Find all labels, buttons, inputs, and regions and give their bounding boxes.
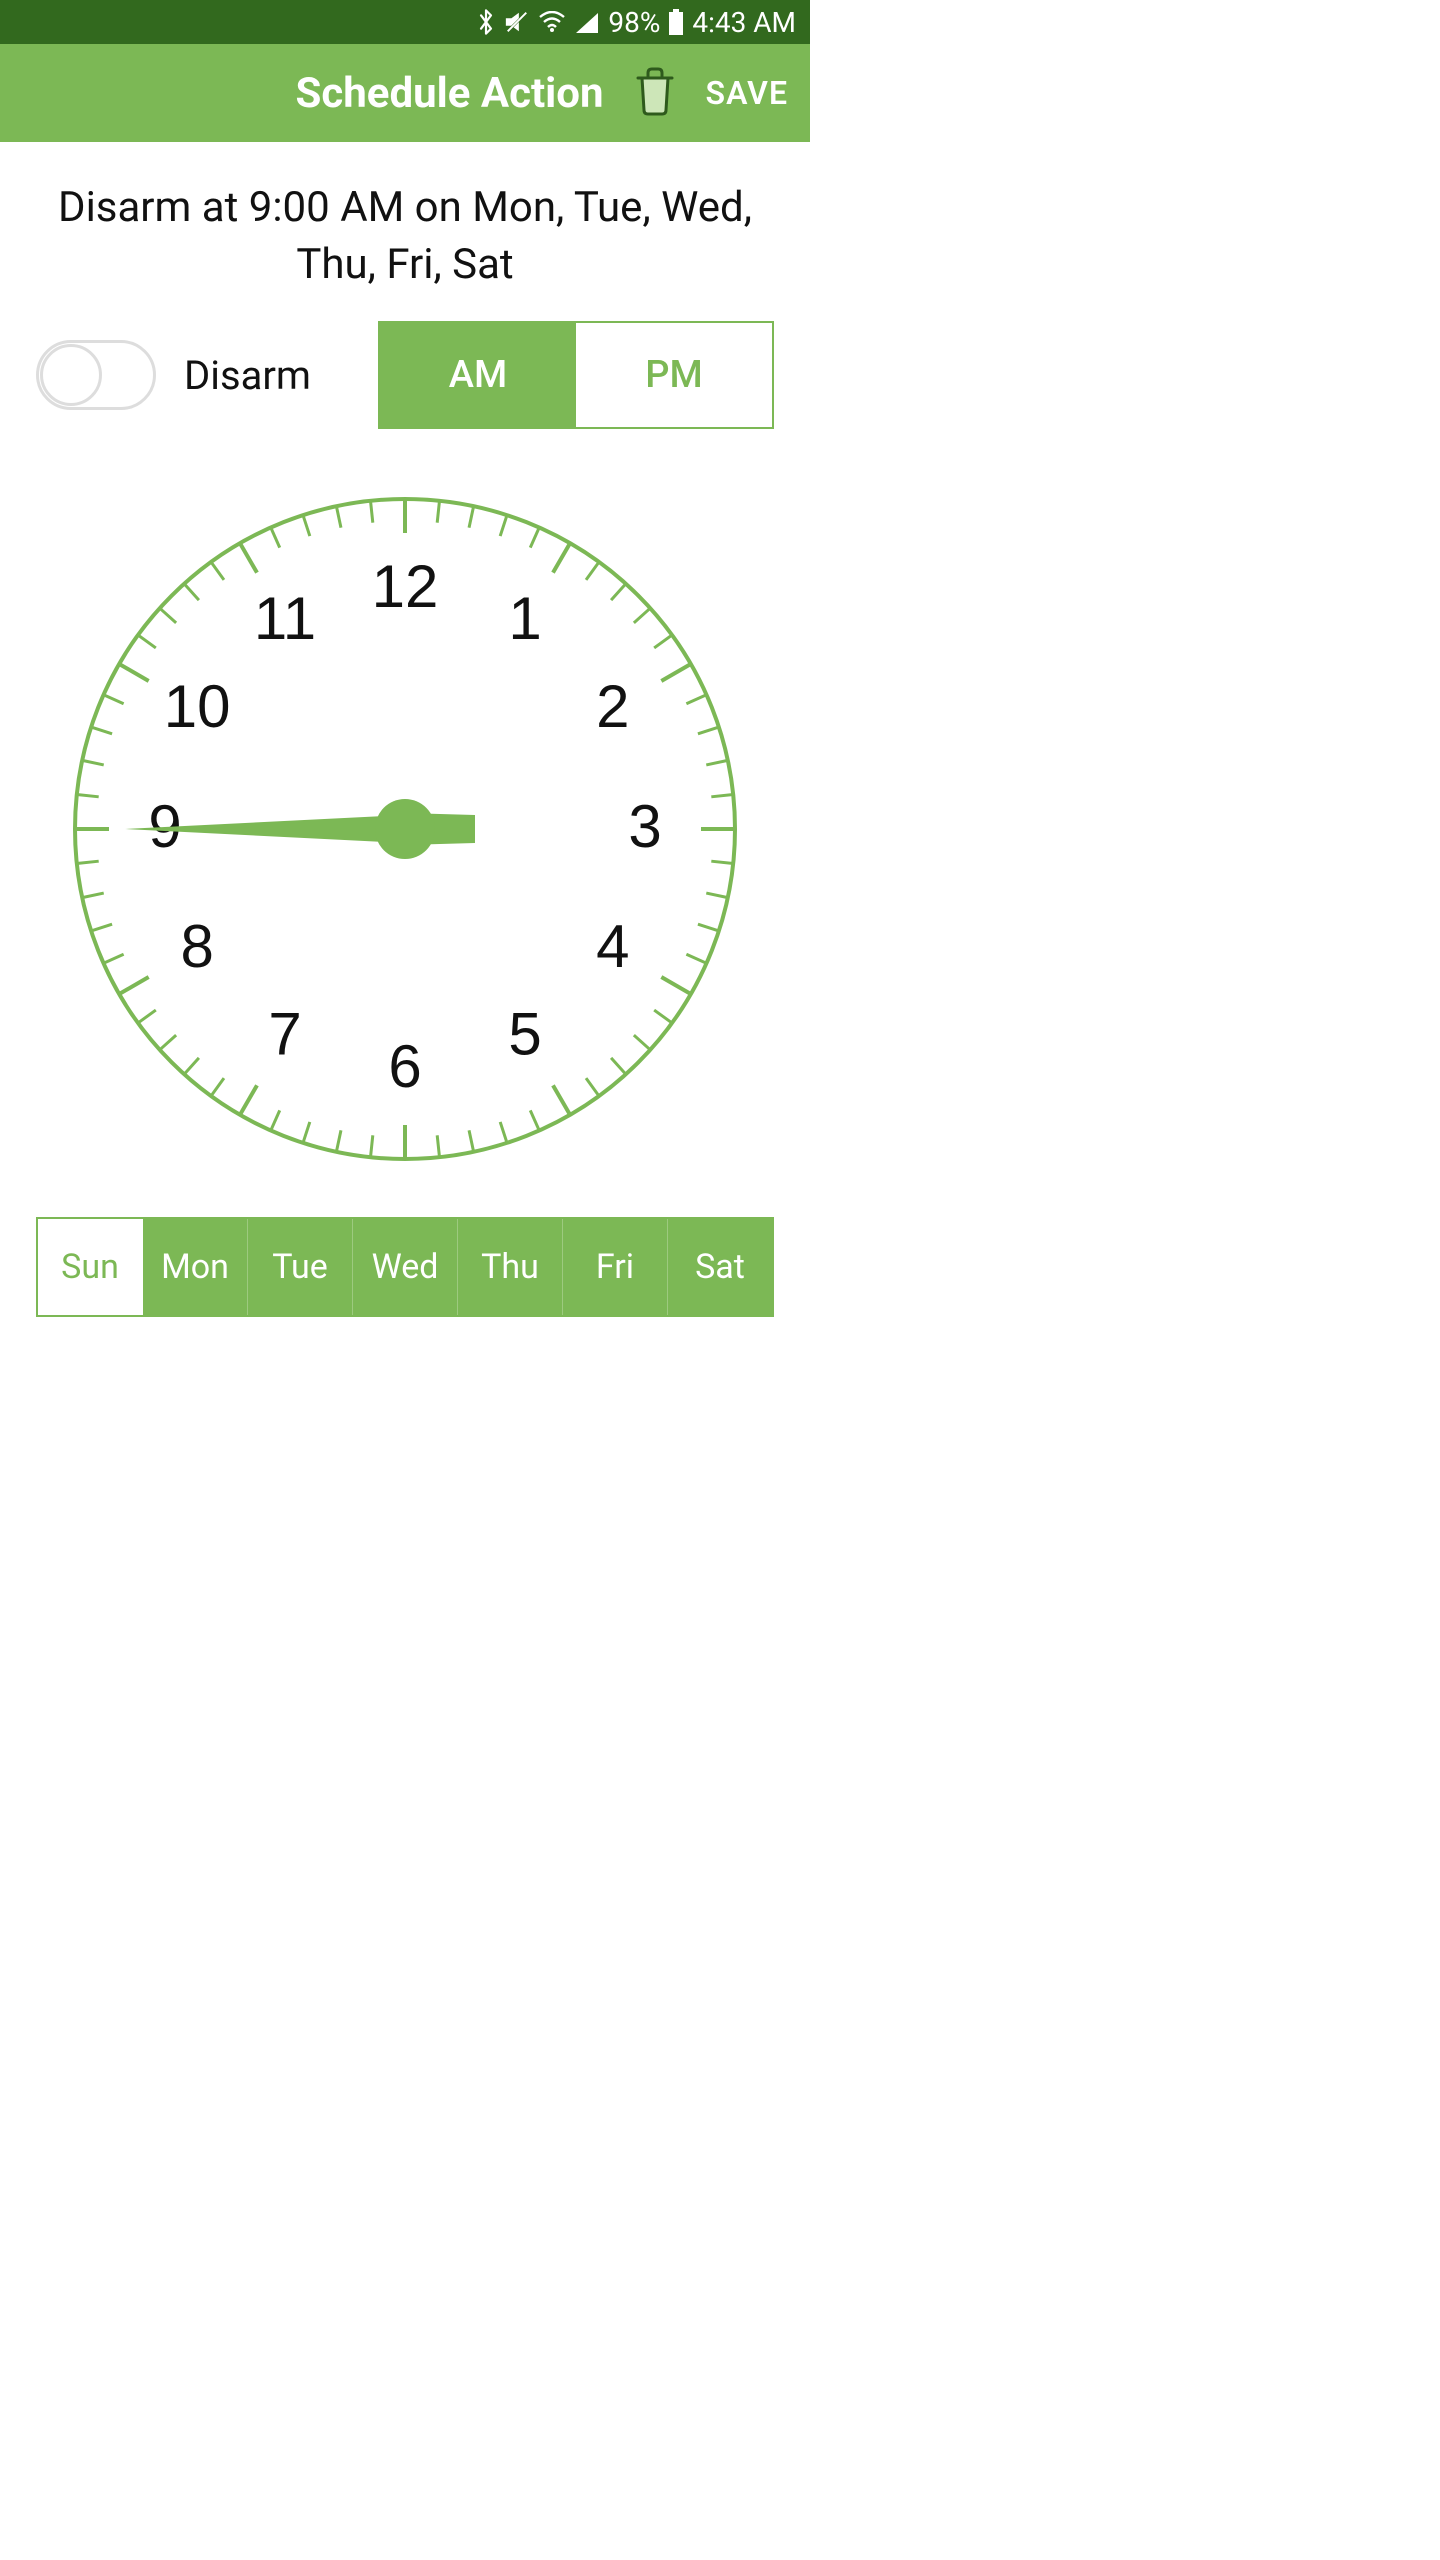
am-button[interactable]: AM <box>380 323 576 427</box>
day-wed[interactable]: Wed <box>353 1219 458 1315</box>
battery-icon <box>668 9 684 35</box>
clock-picker[interactable]: 12 12 3 45 6 78 9 10 11 <box>55 479 755 1179</box>
trash-icon[interactable] <box>632 66 678 120</box>
clock-number: 3 <box>628 793 661 860</box>
toggle-knob <box>40 344 102 406</box>
mute-icon <box>504 10 530 34</box>
clock-number: 7 <box>268 1001 301 1068</box>
app-bar: Schedule Action SAVE <box>0 44 810 142</box>
day-fri[interactable]: Fri <box>563 1219 668 1315</box>
schedule-summary: Disarm at 9:00 AM on Mon, Tue, Wed, Thu,… <box>36 172 774 321</box>
clock-number: 6 <box>388 1033 421 1100</box>
save-button[interactable]: SAVE <box>706 74 788 112</box>
pm-button[interactable]: PM <box>576 323 772 427</box>
clock-number: 1 <box>508 585 541 652</box>
arm-toggle-label: Disarm <box>184 352 311 399</box>
status-bar: 98% 4:43 AM <box>0 0 810 44</box>
clock-number: 10 <box>164 673 231 740</box>
bluetooth-icon <box>476 8 496 36</box>
cell-signal-icon <box>574 11 600 33</box>
clock-hub <box>375 799 435 859</box>
battery-percent: 98% <box>608 6 660 39</box>
clock-number: 5 <box>508 1001 541 1068</box>
day-thu[interactable]: Thu <box>458 1219 563 1315</box>
clock-number: 8 <box>180 913 213 980</box>
arm-toggle[interactable] <box>36 340 156 410</box>
page-title: Schedule Action <box>296 69 604 118</box>
ampm-segmented: AM PM <box>378 321 774 429</box>
clock-number: 4 <box>596 913 629 980</box>
wifi-icon <box>538 11 566 33</box>
clock-number: 11 <box>254 585 316 652</box>
controls-row: Disarm AM PM <box>36 321 774 453</box>
days-row: SunMonTueWedThuFriSat <box>36 1217 774 1317</box>
day-sun[interactable]: Sun <box>38 1219 143 1315</box>
clock-number: 12 <box>372 553 439 620</box>
clock-number: 2 <box>596 673 629 740</box>
day-mon[interactable]: Mon <box>143 1219 248 1315</box>
clock-number: 9 <box>148 793 181 860</box>
status-time: 4:43 AM <box>692 6 796 39</box>
day-sat[interactable]: Sat <box>668 1219 772 1315</box>
day-tue[interactable]: Tue <box>248 1219 353 1315</box>
